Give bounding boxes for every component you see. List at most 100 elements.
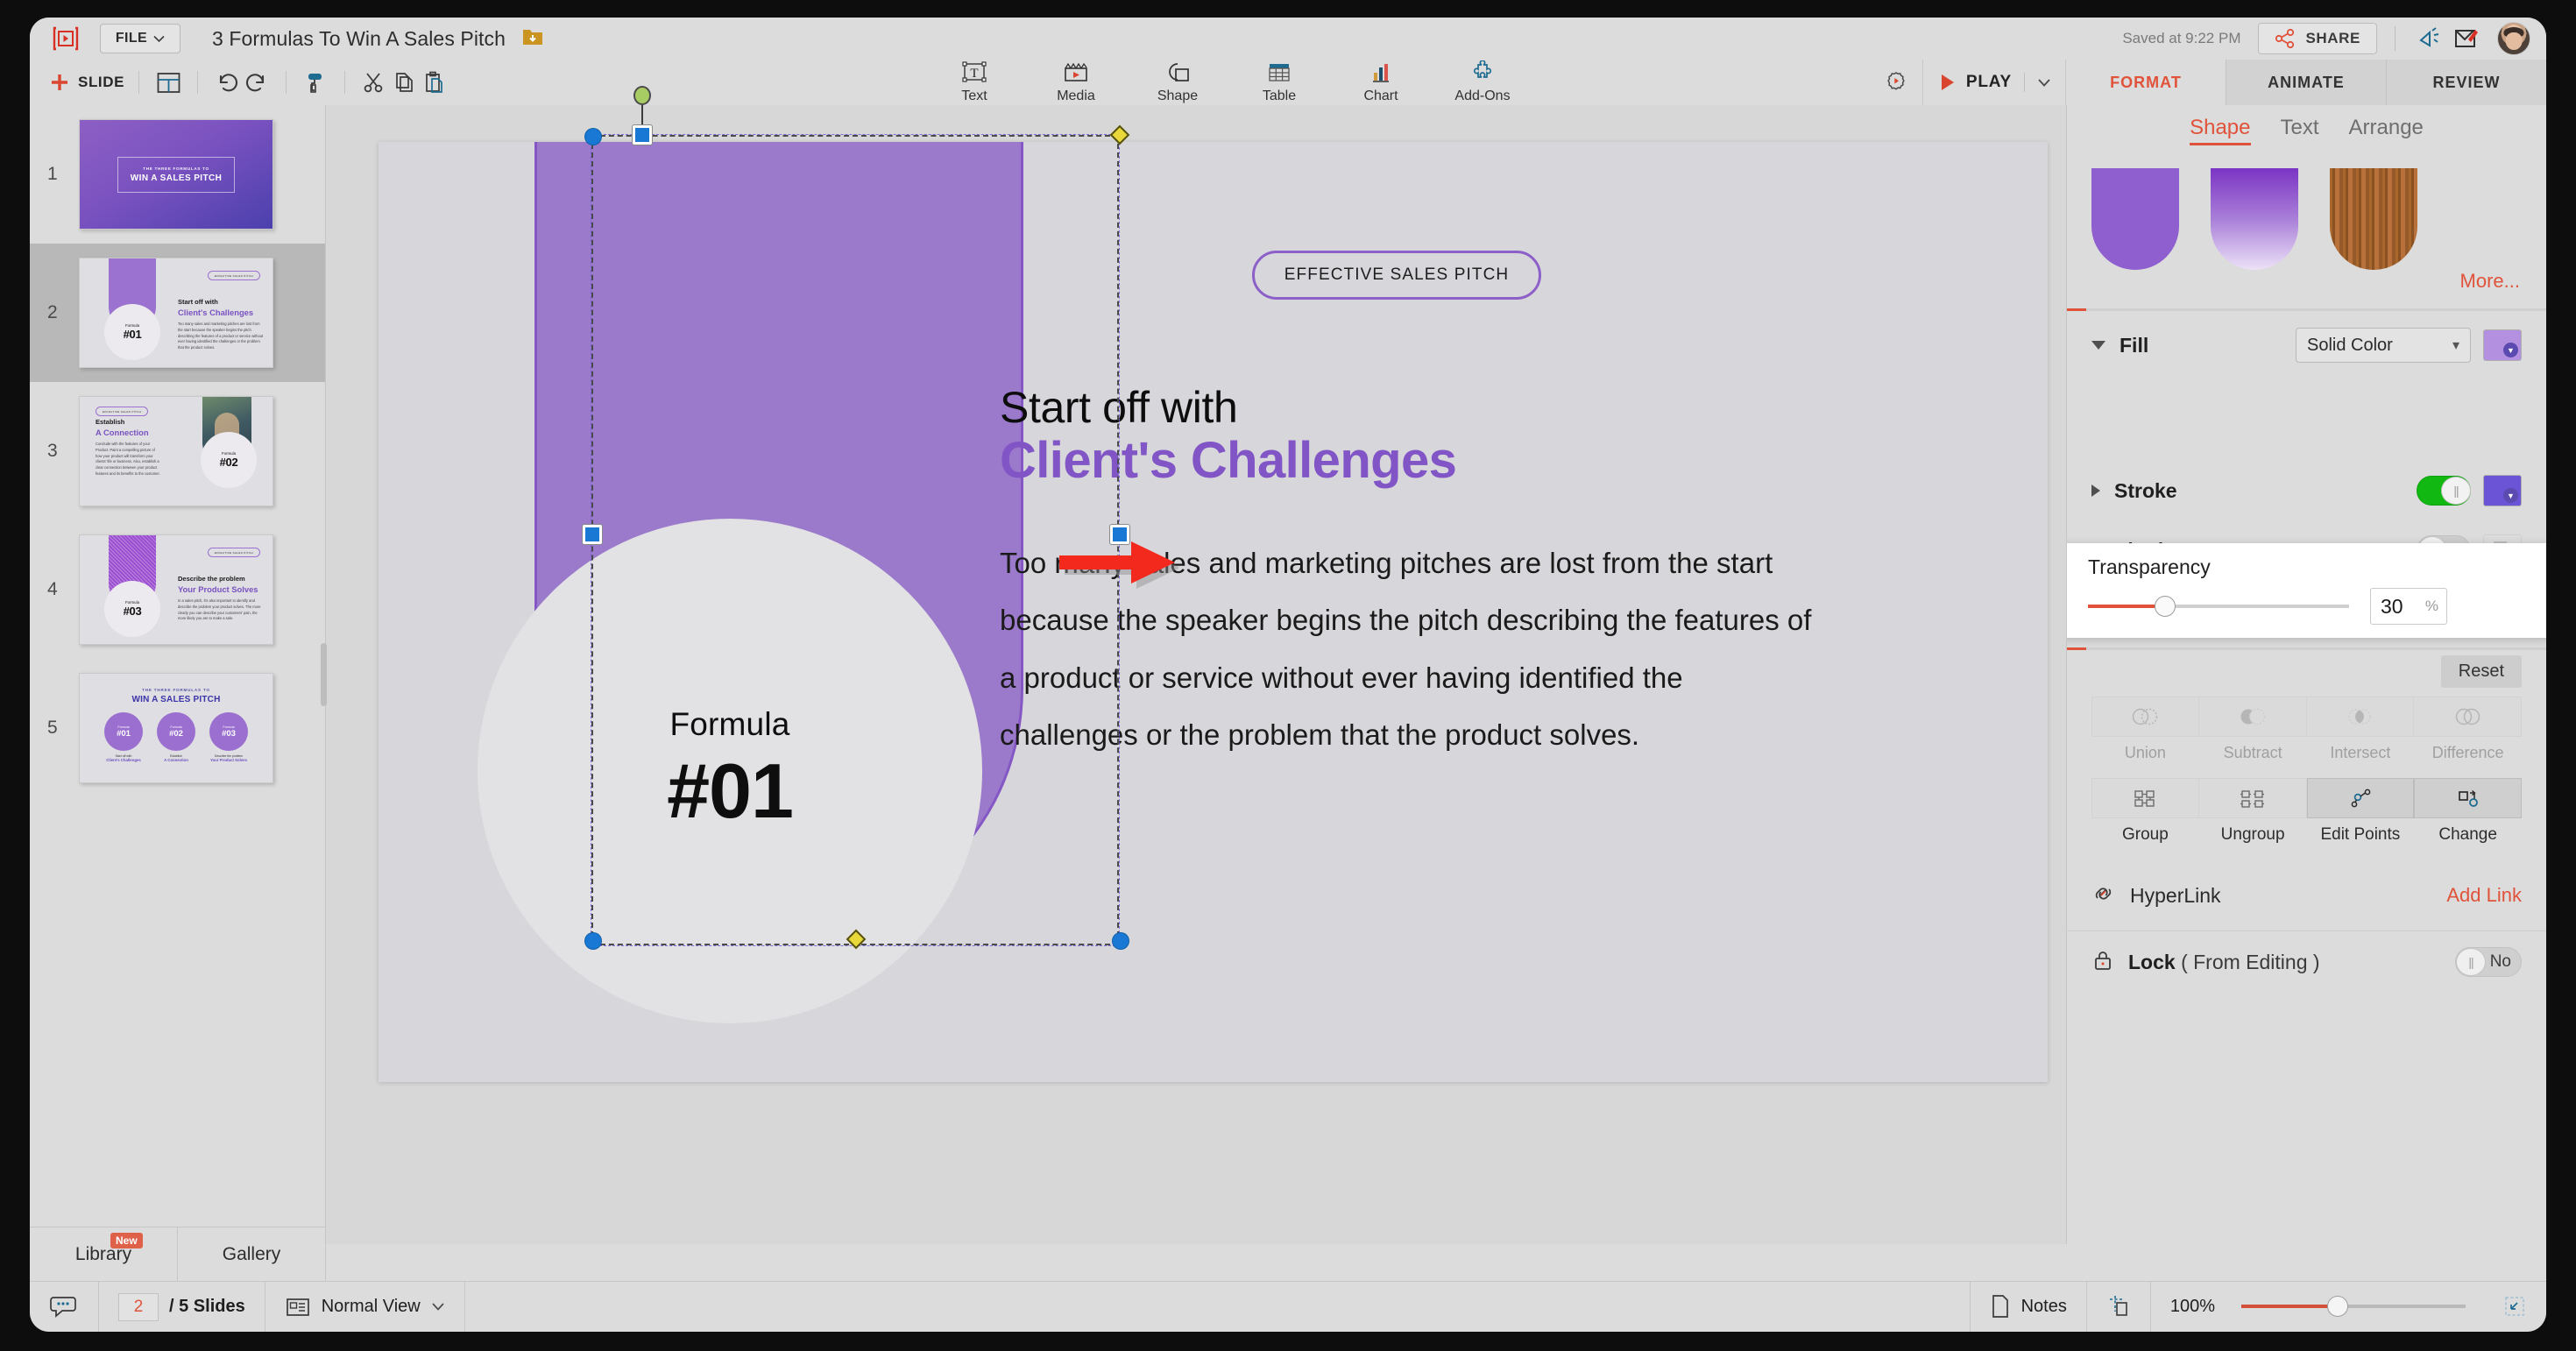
thumbnail-image[interactable]: Formula #03 EFFECTIVE SALES PITCH Descri… (79, 534, 273, 645)
avatar[interactable] (2497, 22, 2530, 55)
style-scroll-indicator[interactable] (2067, 308, 2546, 311)
transparency-unit: % (2425, 598, 2438, 615)
subtab-text[interactable]: Text (2281, 116, 2319, 145)
chevron-down-icon[interactable] (2091, 341, 2105, 350)
union-button[interactable]: Union (2091, 697, 2199, 762)
thumbnail-image[interactable]: Formula #02 EFFECTIVE SALES PITCH Establ… (79, 396, 273, 506)
lock-toggle[interactable]: || No (2455, 947, 2522, 977)
resize-handle-top[interactable] (633, 125, 652, 145)
shape-style-wood-texture[interactable] (2330, 168, 2417, 270)
insert-chart-tool[interactable]: Chart (1330, 60, 1432, 104)
share-button[interactable]: SHARE (2258, 23, 2377, 54)
thumbnail-image[interactable]: THE THREE FORMULAS TO WIN A SALES PITCH … (79, 673, 273, 783)
slide-thumbnail-4[interactable]: 4 Formula #03 EFFECTIVE SALES PITCH Desc… (30, 520, 325, 659)
slide-canvas-area[interactable]: Formula #01 EFFECTIVE SALES PITCH Start … (326, 105, 2066, 1244)
thumbnail-image[interactable]: THE THREE FORMULAS TO WIN A SALES PITCH (79, 119, 273, 230)
fit-slide-button[interactable] (2086, 1281, 2150, 1332)
slide-thumbnail-1[interactable]: 1 THE THREE FORMULAS TO WIN A SALES PITC… (30, 105, 325, 244)
zoom-slider-track[interactable] (2241, 1305, 2466, 1308)
view-mode-selector[interactable]: Normal View (265, 1282, 465, 1333)
insert-text-tool[interactable]: T Text (924, 60, 1025, 104)
ungroup-icon (2199, 778, 2307, 818)
more-styles-link[interactable]: More... (2067, 270, 2546, 293)
difference-button[interactable]: Difference (2414, 697, 2522, 762)
slide-heading-main[interactable]: Client's Challenges (1000, 431, 1456, 490)
tab-format[interactable]: FORMAT (2066, 60, 2226, 105)
play-button[interactable]: PLAY (1923, 60, 2065, 105)
insert-table-tool[interactable]: Table (1228, 60, 1330, 104)
slide-editor[interactable]: Formula #01 EFFECTIVE SALES PITCH Start … (379, 142, 2048, 1082)
megaphone-icon[interactable] (2413, 21, 2448, 56)
subtab-shape[interactable]: Shape (2190, 116, 2250, 145)
scissors-icon[interactable] (359, 67, 389, 97)
paste-icon[interactable] (419, 67, 449, 97)
shape-style-solid[interactable] (2091, 168, 2179, 270)
tab-library[interactable]: Library New (30, 1227, 177, 1281)
insert-addons-tool[interactable]: Add-Ons (1432, 60, 1533, 104)
expand-icon[interactable] (2502, 1295, 2527, 1318)
slide-thumbnail-5[interactable]: 5 THE THREE FORMULAS TO WIN A SALES PITC… (30, 659, 325, 797)
fill-color-button[interactable]: ▼ (2483, 329, 2522, 361)
zoom-control[interactable]: 100% (2150, 1281, 2546, 1332)
insert-media-tool[interactable]: Media (1025, 60, 1127, 104)
panel-scroll-indicator[interactable] (2067, 647, 2546, 650)
slide-counter[interactable]: 2 / 5 Slides (99, 1282, 265, 1333)
panel-resize-grip[interactable] (321, 643, 327, 706)
new-slide-button[interactable]: SLIDE (49, 72, 124, 93)
stroke-toggle[interactable]: || (2417, 476, 2471, 506)
effective-sales-pitch-pill[interactable]: EFFECTIVE SALES PITCH (1252, 251, 1541, 300)
slide-thumbnail-2[interactable]: 2 Formula #01 EFFECTIVE SALES PITCH Star… (30, 244, 325, 382)
chevron-right-icon[interactable] (2091, 485, 2100, 497)
slide-heading-top[interactable]: Start off with (1000, 382, 1237, 433)
comment-button[interactable] (30, 1282, 99, 1333)
thumbnail-image[interactable]: Formula #01 EFFECTIVE SALES PITCH Start … (79, 258, 273, 368)
transparency-value-input[interactable]: 30 % (2370, 588, 2447, 625)
ungroup-button[interactable]: Ungroup (2199, 778, 2307, 845)
slide-layout-icon[interactable] (153, 67, 183, 97)
redo-icon[interactable] (242, 67, 272, 97)
adjust-diamond-handle-top-right[interactable] (1110, 125, 1130, 145)
file-menu-button[interactable]: FILE (100, 24, 180, 53)
normal-view-icon (285, 1296, 311, 1319)
stroke-color-button[interactable]: ▼ (2483, 475, 2522, 506)
tab-gallery[interactable]: Gallery (177, 1227, 325, 1281)
copy-icon[interactable] (389, 67, 419, 97)
tab-review[interactable]: REVIEW (2386, 60, 2546, 105)
chevron-down-icon[interactable] (2037, 78, 2051, 88)
document-title[interactable]: 3 Formulas To Win A Sales Pitch (212, 27, 506, 51)
subtab-arrange[interactable]: Arrange (2349, 116, 2424, 145)
undo-icon[interactable] (212, 67, 242, 97)
transparency-slider-knob[interactable] (2155, 596, 2176, 617)
summary-number: #03 (222, 729, 236, 739)
formula-circle[interactable]: Formula #01 (478, 519, 982, 1023)
corner-handle-bottom-right[interactable] (1113, 933, 1129, 949)
insert-shape-tool[interactable]: Shape (1127, 60, 1228, 104)
presentation-logo-icon[interactable] (51, 25, 81, 53)
intersect-button[interactable]: Intersect (2307, 697, 2415, 762)
edit-points-button[interactable]: Edit Points (2307, 778, 2415, 845)
resize-handle-left[interactable] (583, 525, 602, 544)
corner-handle-bottom-left[interactable] (585, 933, 601, 949)
current-slide-input[interactable]: 2 (118, 1293, 159, 1321)
transparency-popup[interactable]: Transparency 30 % (2066, 543, 2546, 638)
rotate-handle-icon[interactable] (633, 86, 651, 105)
paint-roller-icon[interactable] (301, 67, 330, 97)
settings-button[interactable] (1870, 70, 1922, 95)
slide-thumbnail-panel[interactable]: 1 THE THREE FORMULAS TO WIN A SALES PITC… (30, 105, 326, 1244)
zoom-slider[interactable] (2241, 1305, 2466, 1308)
saved-folder-icon[interactable] (521, 26, 544, 52)
subtract-button[interactable]: Subtract (2199, 697, 2307, 762)
tab-animate[interactable]: ANIMATE (2226, 60, 2386, 105)
corner-handle-top-left[interactable] (585, 129, 601, 145)
fill-type-select[interactable]: Solid Color ▾ (2296, 328, 2471, 363)
reset-button[interactable]: Reset (2441, 655, 2522, 688)
feedback-pencil-icon[interactable] (2448, 21, 2483, 56)
add-link-button[interactable]: Add Link (2446, 884, 2522, 907)
shape-style-gradient[interactable] (2211, 168, 2298, 270)
transparency-slider[interactable] (2088, 605, 2349, 608)
change-shape-button[interactable]: Change (2414, 778, 2522, 845)
group-button[interactable]: Group (2091, 778, 2199, 845)
slide-thumbnail-3[interactable]: 3 Formula #02 EFFECTIVE SALES PITCH Esta… (30, 382, 325, 520)
notes-button[interactable]: Notes (1970, 1281, 2086, 1332)
zoom-slider-knob[interactable] (2327, 1296, 2348, 1317)
